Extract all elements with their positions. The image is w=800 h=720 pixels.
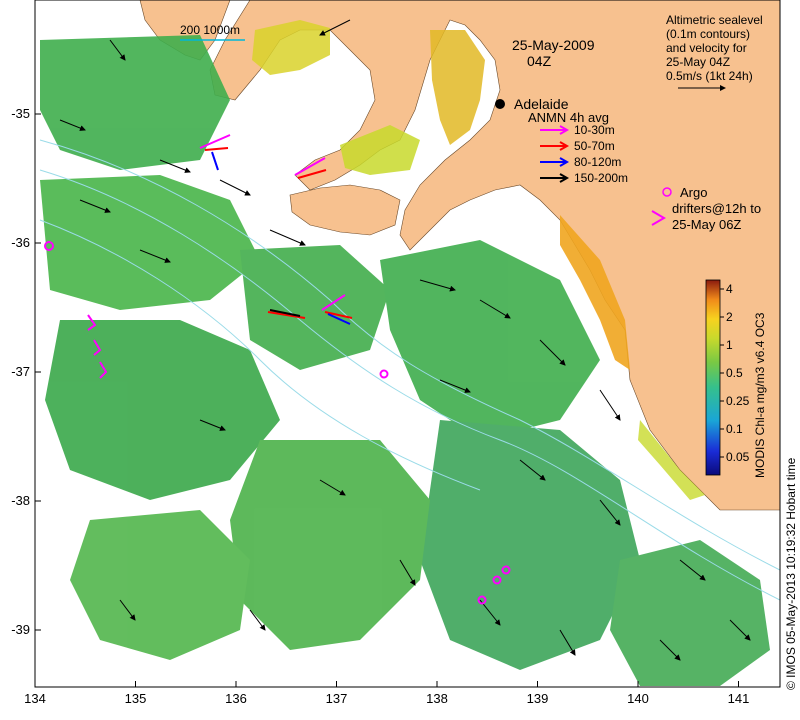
altimetric-line: Altimetric sealevel xyxy=(666,13,763,27)
colorbar-title: MODIS Chl-a mg/m3 v6.4 OC3 xyxy=(753,312,767,478)
colorbar-gradient xyxy=(705,279,721,476)
colorbar-tick-label: 0.5 xyxy=(726,366,743,380)
y-tick-label: -35 xyxy=(11,106,30,121)
ocean-map: 134 135 136 137 138 139 140 141 -35 -36 -37 -38 -39… xyxy=(11,0,798,706)
y-tick-label: -39 xyxy=(11,622,30,637)
credit-text: © IMOS 05-May-2013 10:19:32 Hobart time xyxy=(784,457,798,690)
anmn-legend-label: 80-120m xyxy=(574,155,621,169)
scale-bar-label: 200 1000m xyxy=(180,23,240,37)
anmn-legend-label: 10-30m xyxy=(574,123,615,137)
anmn-legend-label: 150-200m xyxy=(574,171,628,185)
x-tick-label: 134 xyxy=(24,691,46,706)
adelaide-marker xyxy=(495,99,505,109)
y-tick-label: -38 xyxy=(11,493,30,508)
colorbar-tick-label: 0.25 xyxy=(726,394,750,408)
argo-legend-line2: drifters@12h to xyxy=(672,201,761,216)
colorbar-tick-label: 4 xyxy=(726,282,733,296)
x-tick-label: 139 xyxy=(527,691,549,706)
y-tick-label: -37 xyxy=(11,364,30,379)
date-line1: 25-May-2009 xyxy=(512,37,595,53)
argo-legend-line3: 25-May 06Z xyxy=(672,217,741,232)
x-tick-label: 136 xyxy=(225,691,247,706)
altimetric-line: (0.1m contours) xyxy=(666,27,750,41)
colorbar-tick-label: 0.05 xyxy=(726,450,750,464)
x-tick-label: 135 xyxy=(125,691,147,706)
colorbar-tick-label: 0.1 xyxy=(726,422,743,436)
plot-area xyxy=(35,0,780,687)
altimetric-line: and velocity for xyxy=(666,41,747,55)
altimetric-line: 0.5m/s (1kt 24h) xyxy=(666,69,753,83)
altimetric-line: 25-May 04Z xyxy=(666,55,730,69)
x-tick-label: 141 xyxy=(728,691,750,706)
x-tick-label: 137 xyxy=(326,691,348,706)
anmn-legend-label: 50-70m xyxy=(574,139,615,153)
x-tick-label: 138 xyxy=(426,691,448,706)
colorbar-tick-label: 2 xyxy=(726,310,733,324)
argo-legend-line1: Argo xyxy=(680,185,707,200)
y-tick-label: -36 xyxy=(11,235,30,250)
x-tick-label: 140 xyxy=(627,691,649,706)
colorbar-tick-label: 1 xyxy=(726,338,733,352)
date-line2: 04Z xyxy=(527,53,552,69)
